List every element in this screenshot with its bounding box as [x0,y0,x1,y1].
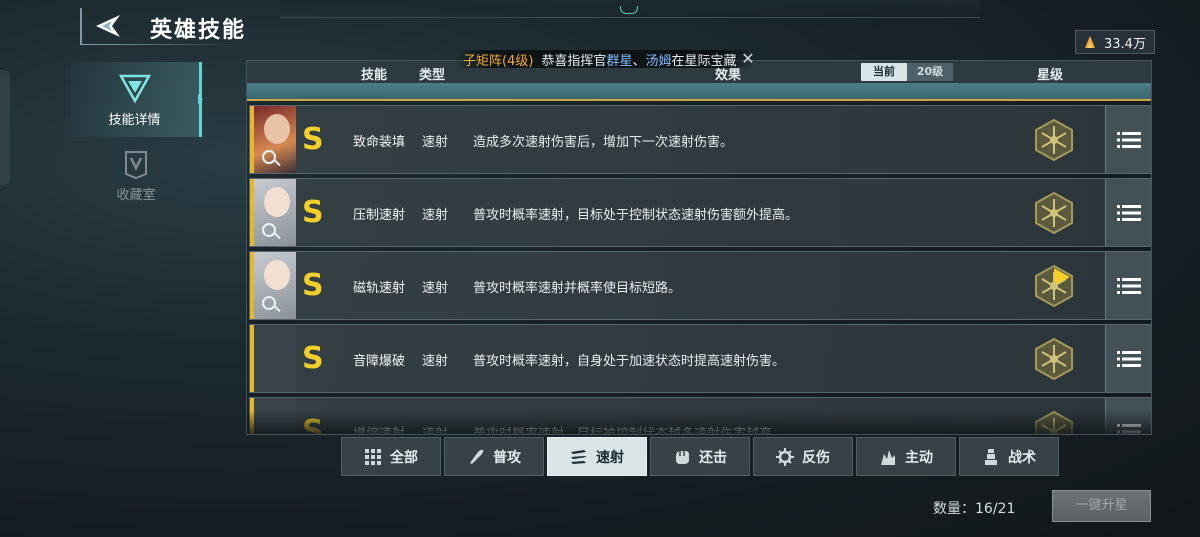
header-divider-bar [247,83,1151,101]
announcement-ticker: 子矩阵(4级) 恭喜指挥官群星、汤姆在星际宝藏 [455,50,755,68]
table-row[interactable]: S 致命装填 速射 造成多次速射伤害后，增加下一次速射伤害。 [249,105,1151,174]
tower-icon [985,448,997,465]
currency-amount: 33.4万 [1104,36,1146,52]
star-hex-icon [1035,191,1073,235]
row-menu-button[interactable] [1105,179,1151,246]
hero-portrait[interactable] [250,106,296,173]
header-type: 类型 [419,68,446,83]
list-icon [1116,131,1141,148]
magnify-icon[interactable] [262,223,276,237]
flame-icon [881,449,895,465]
scroll-fade [247,410,1151,434]
upgrade-all-button[interactable]: 一键升星 [1052,490,1151,522]
vault-icon [125,151,147,180]
hero-portrait-empty [250,325,296,392]
tab-active-skill[interactable]: 主动 [856,437,956,476]
skill-name: 致命装填 [353,135,406,150]
skill-type: 速射 [422,208,449,223]
count-label: 数量： [933,501,975,517]
sidebar-item-skill-details[interactable]: 技能详情 [70,62,203,137]
back-arrow-icon [96,15,120,37]
tab-label: 速射 [596,449,624,466]
gear-icon [776,447,794,466]
ticker-name2: 汤姆 [645,53,672,69]
fist-icon [676,450,689,464]
grid-icon [365,448,381,465]
filter-tabs: 全部 普攻 速射 还击 反伤 主动 战术 [341,437,1059,476]
v-emblem-icon [118,74,151,104]
grade-label: S [302,195,324,230]
skill-effect: 普攻时概率速射，自身处于加速状态时提高速射伤害。 [473,354,786,369]
list-icon [1116,204,1141,221]
currency-display[interactable]: 33.4万 [1075,30,1155,54]
rapid-fire-icon [571,449,587,464]
tab-label: 主动 [905,449,933,466]
fuel-icon [1085,36,1095,48]
star-hex-icon [1035,118,1073,162]
tab-tactics[interactable]: 战术 [959,437,1059,476]
star-hex-icon [1035,337,1073,381]
grade-label: S [302,341,324,376]
back-button[interactable] [80,8,136,44]
sidebar-item-label: 收藏室 [116,188,156,203]
page-title: 英雄技能 [150,17,247,43]
sidebar: 技能详情 收藏室 [70,62,203,212]
title-underline [80,44,240,45]
skill-effect: 造成多次速射伤害后，增加下一次速射伤害。 [473,135,734,150]
ticker-name1: 群星 [606,53,633,69]
skill-type: 速射 [422,135,449,150]
tab-normal-attack[interactable]: 普攻 [444,437,544,476]
level-toggle[interactable]: 当前 20级 [861,63,953,81]
tab-counter[interactable]: 还击 [650,437,750,476]
grade-label: S [302,122,324,157]
ticker-text2: 在星际宝藏 [671,53,737,69]
ticker-close-button[interactable]: ✕ [740,50,756,68]
bullet-icon [470,449,484,464]
table-row[interactable]: S 音障爆破 速射 普攻时概率速射，自身处于加速状态时提高速射伤害。 [249,324,1151,393]
header-star: 星级 [1037,68,1064,83]
row-menu-button[interactable] [1105,106,1151,173]
skill-name: 磁轨速射 [353,281,406,296]
tab-reflect[interactable]: 反伤 [753,437,853,476]
top-nub-decoration [620,6,638,14]
table-row[interactable]: S 压制速射 速射 普攻时概率速射，目标处于控制状态速射伤害额外提高。 [249,178,1151,247]
skill-effect: 普攻时概率速射，目标处于控制状态速射伤害额外提高。 [473,208,799,223]
star-hex-icon-partial [1035,264,1073,308]
hero-portrait[interactable] [250,252,296,319]
toggle-level20[interactable]: 20级 [907,63,953,81]
tab-rapid-fire[interactable]: 速射 [547,437,647,476]
sidebar-item-collection[interactable]: 收藏室 [70,137,202,212]
skill-effect: 普攻时概率速射并概率使目标短路。 [473,281,682,296]
edge-handle[interactable] [0,70,10,185]
hero-portrait[interactable] [250,179,296,246]
count-value: 16/21 [975,501,1016,517]
skill-name: 压制速射 [353,208,406,223]
magnify-icon[interactable] [262,296,276,310]
header-skill: 技能 [361,68,388,83]
top-decoration [280,0,980,18]
skill-type: 速射 [422,281,449,296]
list-icon [1116,277,1141,294]
table-row[interactable]: S 磁轨速射 速射 普攻时概率速射并概率使目标短路。 [249,251,1151,320]
magnify-icon[interactable] [262,150,276,164]
list-icon [1116,350,1141,367]
toggle-current[interactable]: 当前 [861,63,907,81]
tab-label: 还击 [699,449,727,466]
tab-all[interactable]: 全部 [341,437,441,476]
skill-name: 音障爆破 [353,354,406,369]
row-menu-button[interactable] [1105,325,1151,392]
tab-label: 反伤 [802,449,830,466]
tab-label: 战术 [1008,449,1036,466]
grade-label: S [302,268,324,303]
ticker-sep: 、 [632,53,646,69]
row-menu-button[interactable] [1105,252,1151,319]
sidebar-item-label: 技能详情 [108,113,161,128]
skill-count: 数量：16/21 [933,498,1015,518]
tab-label: 全部 [390,449,418,466]
skill-type: 速射 [422,354,449,369]
tab-label: 普攻 [493,449,521,466]
ticker-text1: 恭喜指挥官 [541,53,607,69]
ticker-prefix: 子矩阵(4级) [463,53,534,69]
skill-table: 技能 类型 效果 当前 20级 星级 S 致命装填 速射 造成多次速射伤害后，增… [246,60,1152,435]
